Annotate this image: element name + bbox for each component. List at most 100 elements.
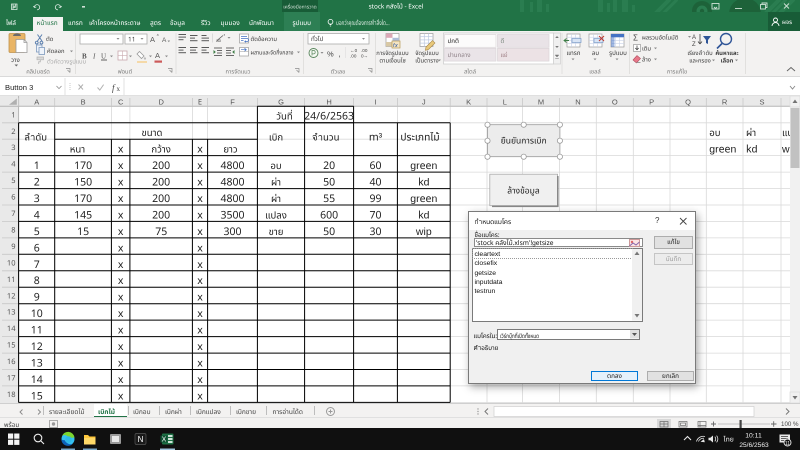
svg-text:,: ,	[339, 49, 341, 61]
svg-text:55: 55	[323, 191, 335, 207]
svg-text:14: 14	[7, 324, 16, 335]
svg-text:ปานกลาง: ปานกลาง	[448, 50, 471, 60]
svg-text:145: 145	[74, 207, 92, 223]
svg-text:99: 99	[369, 191, 381, 207]
svg-text:ผ่า: ผ่า	[746, 127, 756, 141]
svg-text:สไตล์: สไตล์	[464, 68, 476, 77]
svg-text:Z: Z	[692, 40, 696, 49]
svg-text:I: I	[374, 97, 376, 108]
svg-text:x: x	[118, 372, 124, 388]
svg-text:ตัวเลข: ตัวเลข	[331, 68, 346, 77]
svg-text:ล้าง: ล้าง	[642, 56, 651, 65]
svg-text:x: x	[118, 306, 124, 322]
svg-text:x: x	[197, 306, 203, 322]
svg-text:300: 300	[223, 224, 241, 240]
svg-text:green: green	[410, 158, 437, 174]
svg-text:17: 17	[7, 374, 16, 385]
svg-text:75: 75	[155, 224, 167, 240]
svg-text:ปกติ: ปกติ	[448, 36, 459, 46]
svg-text:x: x	[197, 290, 203, 306]
svg-text:ลำดับ: ลำดับ	[24, 132, 47, 146]
svg-text:เบิก: เบิก	[269, 132, 283, 146]
svg-text:x: x	[197, 240, 203, 256]
svg-text:9: 9	[34, 290, 40, 306]
svg-text:x: x	[197, 339, 203, 355]
svg-text:70: 70	[369, 207, 381, 223]
svg-text:6: 6	[34, 240, 40, 256]
svg-text:12: 12	[7, 291, 16, 302]
svg-text:x: x	[118, 142, 124, 158]
svg-text:x: x	[118, 290, 124, 306]
svg-text:7: 7	[11, 209, 15, 220]
svg-text:60: 60	[369, 158, 381, 174]
svg-text:170: 170	[74, 191, 92, 207]
svg-text:4: 4	[34, 207, 40, 223]
svg-text:ตัดข้อความ: ตัดข้อความ	[251, 35, 278, 44]
svg-text:25/6/2563: 25/6/2563	[739, 442, 769, 449]
svg-text:15: 15	[7, 341, 16, 352]
svg-text:x: x	[197, 273, 203, 289]
svg-text:m³: m³	[369, 130, 383, 146]
svg-text:x: x	[197, 355, 203, 371]
svg-text:X: X	[162, 437, 167, 444]
svg-text:1: 1	[34, 158, 40, 174]
svg-text:200: 200	[152, 191, 170, 207]
svg-text:20: 20	[323, 158, 335, 174]
svg-text:x: x	[197, 257, 203, 273]
svg-text:x: x	[117, 85, 121, 93]
svg-text:0→: 0→	[361, 54, 368, 59]
svg-text:6: 6	[11, 193, 15, 204]
svg-text:R: R	[722, 97, 728, 108]
svg-text:อบ: อบ	[709, 127, 721, 141]
svg-text:stock คลังไม้ - Excel: stock คลังไม้ - Excel	[369, 2, 424, 12]
svg-text:อบ: อบ	[270, 160, 282, 174]
svg-text:x: x	[118, 339, 124, 355]
svg-text:ไทย: ไทย	[723, 436, 734, 446]
svg-text:11: 11	[7, 275, 16, 286]
svg-text:kd: kd	[418, 207, 430, 223]
svg-text:B: B	[81, 97, 86, 108]
svg-text:f: f	[112, 83, 116, 93]
svg-text:8: 8	[11, 226, 15, 237]
svg-text:E: E	[198, 97, 202, 108]
svg-text:18: 18	[7, 390, 16, 401]
svg-text:13: 13	[7, 308, 16, 319]
svg-text:ผ่า: ผ่า	[271, 193, 281, 207]
svg-text:15: 15	[31, 388, 43, 403]
svg-text:เซลล์: เซลล์	[589, 68, 600, 77]
svg-text:แย่: แย่	[501, 50, 508, 60]
svg-text:A: A	[150, 35, 155, 46]
svg-text:4800: 4800	[220, 175, 244, 191]
svg-text:แปลง: แปลง	[265, 209, 287, 223]
svg-text:ขนาด: ขนาด	[142, 127, 163, 141]
svg-text:A: A	[34, 97, 39, 108]
svg-text:5: 5	[11, 176, 15, 187]
svg-text:x: x	[118, 257, 124, 273]
svg-text:S: S	[759, 97, 764, 108]
svg-text:x: x	[118, 240, 124, 256]
svg-text:x: x	[118, 323, 124, 339]
svg-text:4800: 4800	[220, 158, 244, 174]
svg-text:200: 200	[152, 175, 170, 191]
svg-text:วาง: วาง	[11, 55, 20, 65]
svg-text:11: 11	[31, 323, 43, 339]
svg-text:200: 200	[152, 158, 170, 174]
svg-text:เป็นตาราง: เป็นตาราง	[415, 57, 438, 66]
svg-text:150: 150	[74, 175, 92, 191]
svg-text:แทรก: แทรก	[566, 48, 580, 58]
svg-text:ผสานและจัดกึ่งกลาง: ผสานและจัดกึ่งกลาง	[251, 49, 294, 58]
svg-text:wip: wip	[415, 224, 432, 240]
svg-text:P: P	[649, 97, 654, 108]
svg-text:Σ: Σ	[633, 33, 638, 45]
svg-text:x: x	[118, 175, 124, 191]
svg-text:4: 4	[11, 160, 16, 171]
svg-text:9: 9	[11, 242, 15, 253]
svg-text:7: 7	[34, 257, 40, 273]
svg-text:N: N	[138, 435, 144, 444]
svg-text:x: x	[197, 175, 203, 191]
svg-text:5: 5	[34, 224, 40, 240]
svg-text:x: x	[118, 273, 124, 289]
svg-text:U: U	[101, 53, 106, 61]
svg-text:C: C	[118, 97, 124, 108]
svg-text:2: 2	[34, 175, 40, 191]
